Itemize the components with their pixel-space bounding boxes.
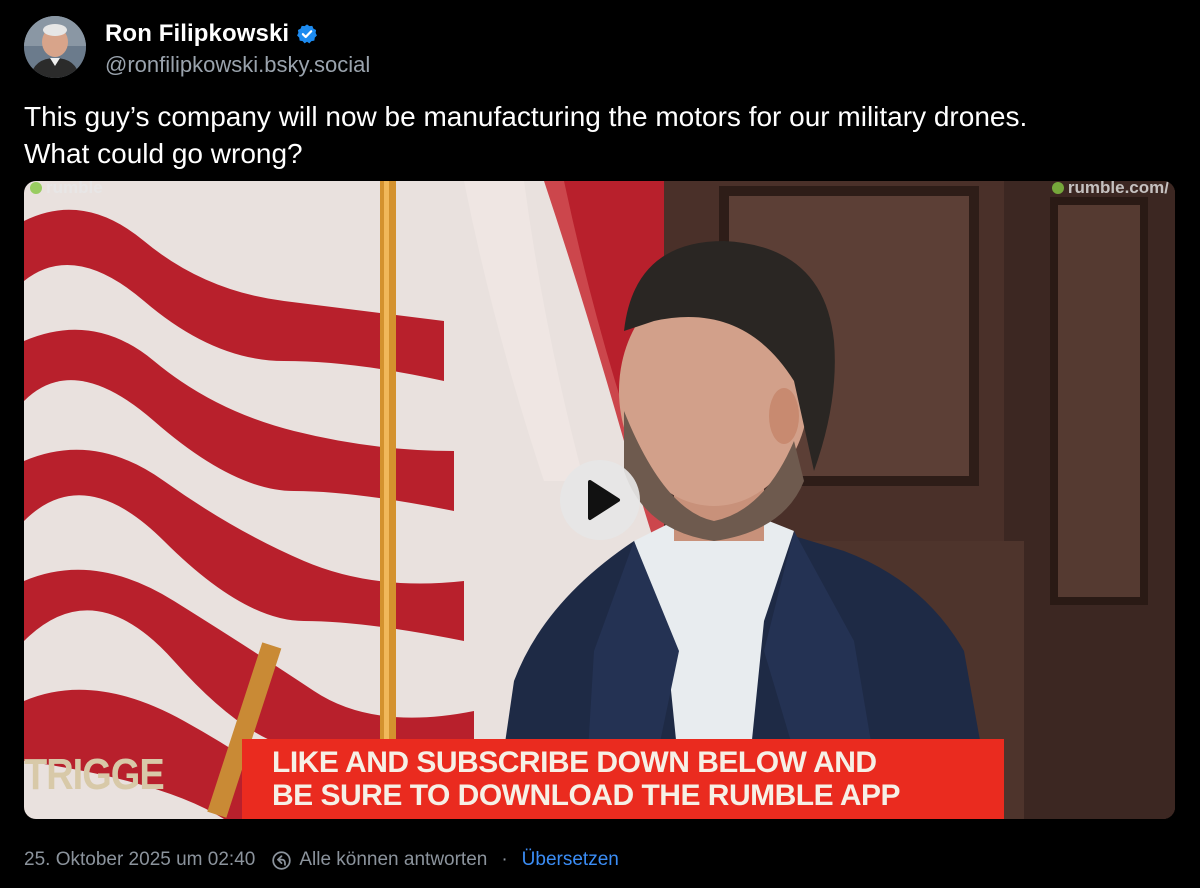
author-display-name[interactable]: Ron Filipkowski [105,20,289,48]
lower-third-banner: LIKE AND SUBSCRIBE DOWN BELOW AND BE SUR… [242,739,1004,819]
translate-link[interactable]: Übersetzen [522,849,619,871]
post-footer: 25. Oktober 2025 um 02:40 Alle können an… [24,846,619,874]
video-embed[interactable]: rumble rumble.com/ TRIGGE LIKE AND SUBSC… [24,181,1175,819]
author-avatar[interactable] [24,16,86,78]
verified-badge-icon[interactable] [296,23,318,45]
reply-settings-icon [271,850,292,871]
post-header: Ron Filipkowski @ronfilipkowski.bsky.soc… [24,16,1174,78]
rumble-watermark-left: rumble [30,181,103,198]
rumble-watermark-right: rumble.com/ [1051,181,1169,198]
name-row: Ron Filipkowski [105,20,318,48]
play-button[interactable] [560,460,640,540]
show-brand-text: TRIGGE [24,751,165,800]
banner-line-2: BE SURE TO DOWNLOAD THE RUMBLE APP [272,779,901,812]
play-icon [588,480,620,520]
post-text-line-1: This guy’s company will now be manufactu… [24,101,1028,132]
banner-line-1: LIKE AND SUBSCRIBE DOWN BELOW AND [272,746,877,779]
post-text-line-2: What could go wrong? [24,138,303,169]
post-timestamp[interactable]: 25. Oktober 2025 um 02:40 [24,849,255,871]
reply-settings-label[interactable]: Alle können antworten [299,849,487,871]
post-text: This guy’s company will now be manufactu… [24,98,1174,172]
footer-separator: · [501,849,508,870]
author-handle[interactable]: @ronfilipkowski.bsky.social [105,52,370,78]
